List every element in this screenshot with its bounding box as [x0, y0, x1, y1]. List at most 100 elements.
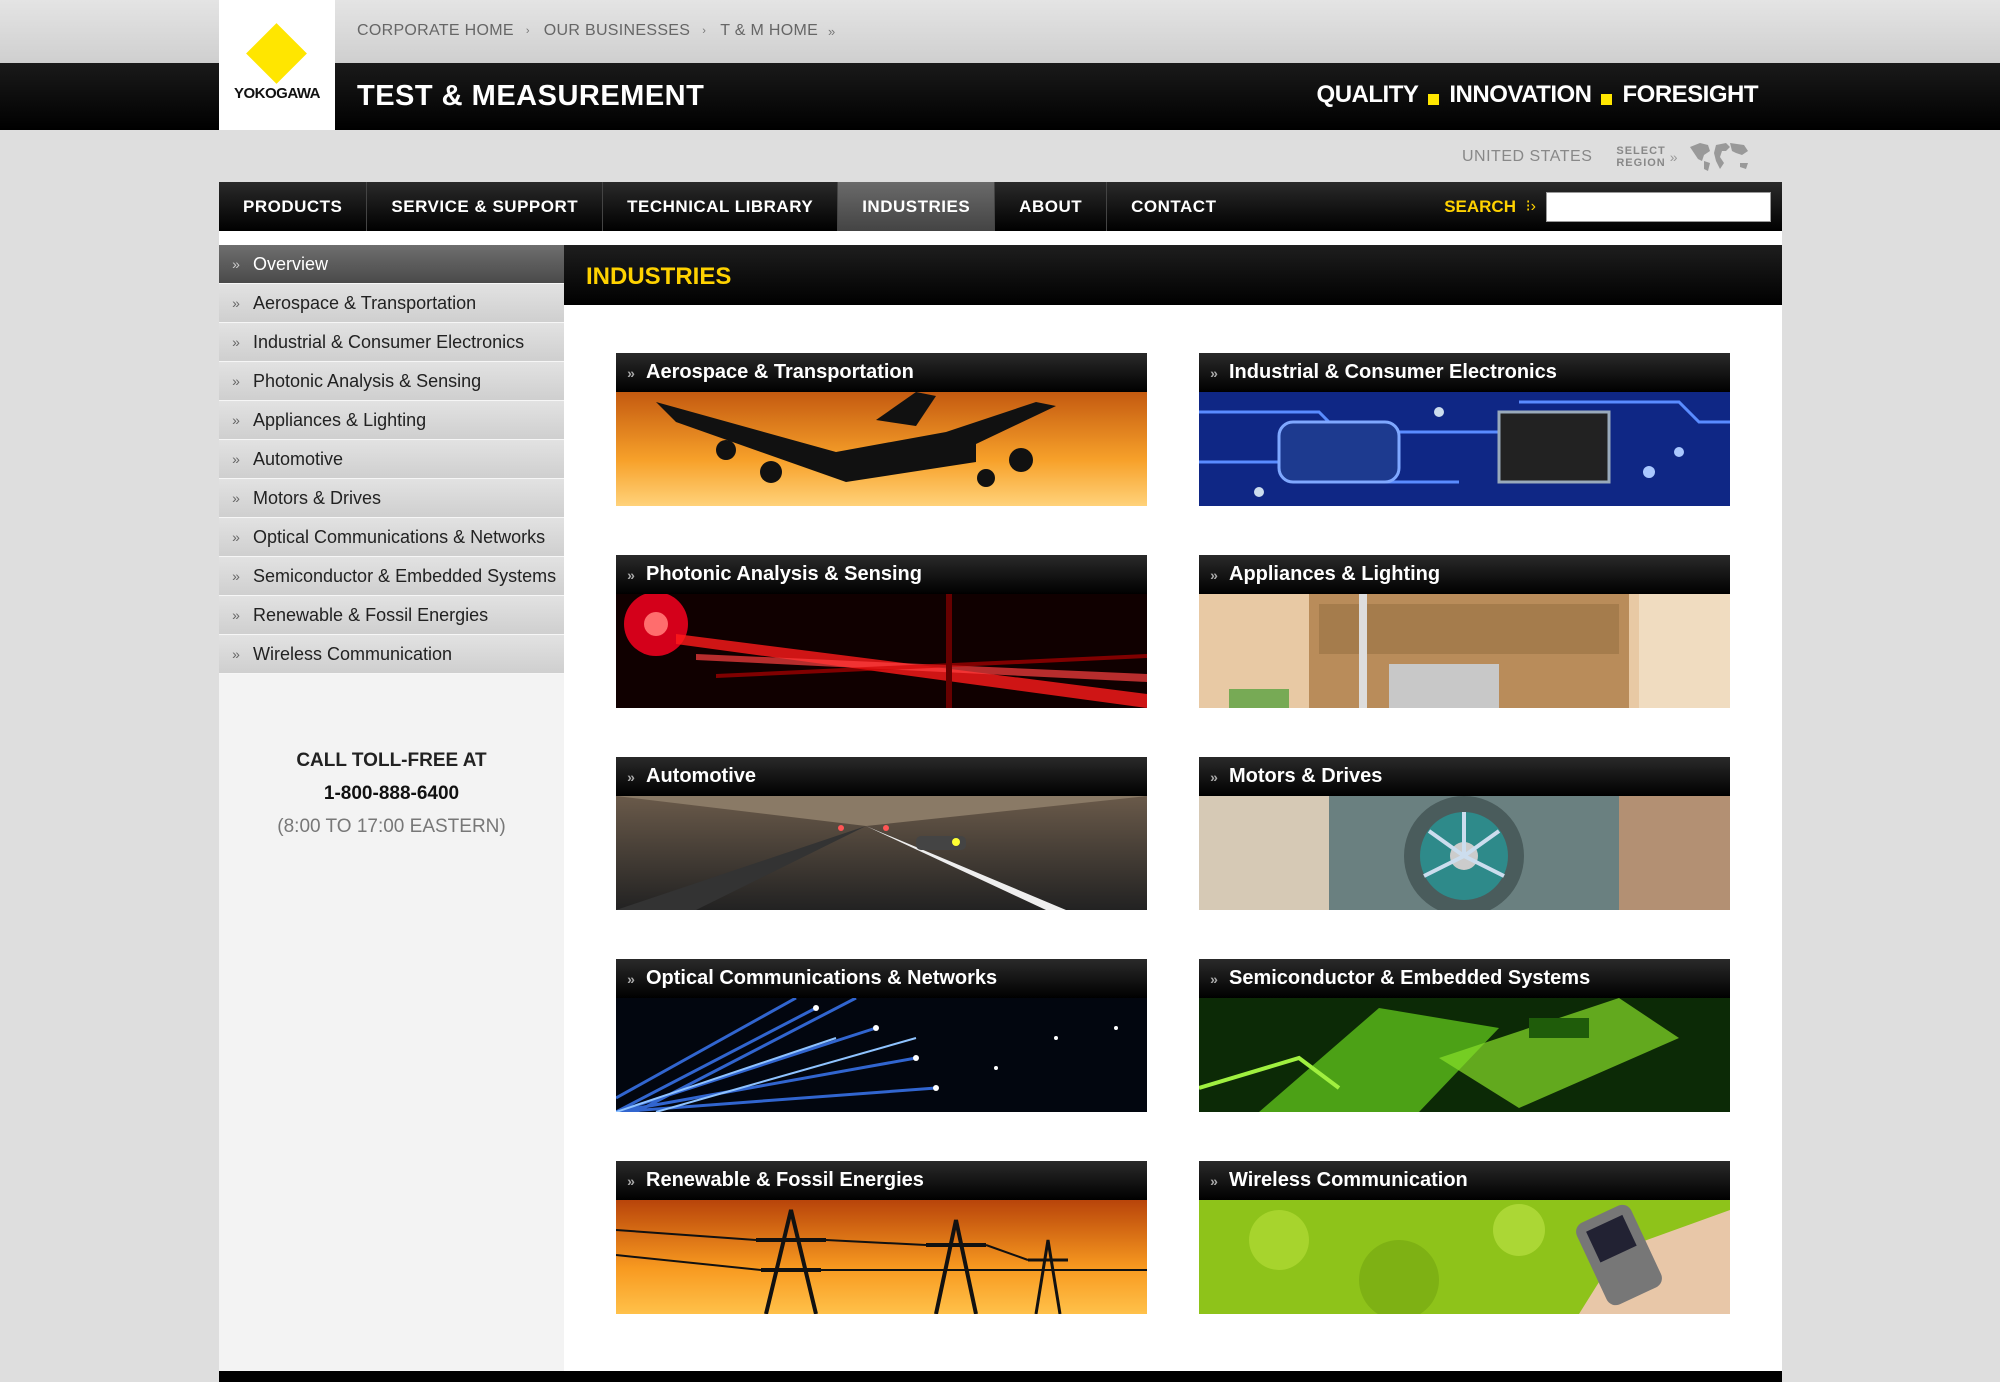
world-map-icon[interactable]: [1686, 139, 1752, 175]
double-chevron-icon: »: [1210, 566, 1218, 583]
search-input[interactable]: [1546, 192, 1771, 222]
nav-industries[interactable]: INDUSTRIES: [838, 182, 996, 231]
tile-title-bar: » Appliances & Lighting: [1199, 555, 1730, 594]
double-chevron-icon: »: [627, 1172, 635, 1189]
nav-technical-library[interactable]: TECHNICAL LIBRARY: [603, 182, 839, 231]
sidebar-item-electronics[interactable]: » Industrial & Consumer Electronics: [219, 323, 564, 362]
tile-title-bar: » Motors & Drives: [1199, 757, 1730, 796]
sidebar-item-label: Wireless Communication: [253, 643, 453, 664]
corporate-home-link[interactable]: CORPORATE HOME: [357, 22, 514, 40]
sidebar-item-automotive[interactable]: » Automotive: [219, 440, 564, 479]
circuit-board-image: [1199, 392, 1730, 506]
tile-title-bar: » Industrial & Consumer Electronics: [1199, 353, 1730, 392]
tile-automotive[interactable]: » Automotive: [616, 757, 1147, 910]
select-region-line1: SELECT: [1616, 145, 1666, 157]
tile-title: Aerospace & Transportation: [646, 361, 914, 383]
search-label: SEARCH: [1444, 197, 1516, 216]
kitchen-interior-image: [1199, 594, 1730, 708]
tile-title-bar: » Photonic Analysis & Sensing: [616, 555, 1147, 594]
tile-electronics[interactable]: » Industrial & Consumer Electronics: [1199, 353, 1730, 506]
yokogawa-logo[interactable]: YOKOGAWA: [219, 0, 335, 130]
sidebar-item-photonic[interactable]: » Photonic Analysis & Sensing: [219, 362, 564, 401]
footer-bar: [219, 1371, 1782, 1382]
sidebar-item-semiconductor[interactable]: » Semiconductor & Embedded Systems: [219, 557, 564, 596]
nav-contact[interactable]: CONTACT: [1107, 182, 1240, 231]
region-country: UNITED STATES: [1462, 148, 1593, 165]
tile-motors[interactable]: » Motors & Drives: [1199, 757, 1730, 910]
call-hours: (8:00 TO 17:00 EASTERN): [277, 816, 506, 837]
mobile-phone-image: [1199, 1200, 1730, 1314]
power-lines-image: [616, 1200, 1147, 1314]
red-laser-image: [616, 594, 1147, 708]
tile-optical[interactable]: » Optical Communications & Networks: [616, 959, 1147, 1112]
nav-service-support[interactable]: SERVICE & SUPPORT: [367, 182, 604, 231]
sidebar-item-label: Appliances & Lighting: [253, 409, 427, 430]
tile-title: Semiconductor & Embedded Systems: [1229, 967, 1591, 989]
double-chevron-icon: »: [232, 451, 240, 467]
tile-title-bar: » Renewable & Fossil Energies: [616, 1161, 1147, 1200]
page-title: INDUSTRIES: [586, 263, 732, 290]
sidebar-item-motors[interactable]: » Motors & Drives: [219, 479, 564, 518]
tile-aerospace[interactable]: » Aerospace & Transportation: [616, 353, 1147, 506]
tm-home-link[interactable]: T & M HOME: [720, 22, 818, 40]
sidebar-item-label: Automotive: [253, 448, 344, 469]
sidebar: » Overview » Aerospace & Transportation …: [219, 245, 564, 1382]
double-chevron-icon: »: [232, 256, 240, 272]
search-arrow-icon: ⁝›: [1525, 198, 1536, 215]
tile-appliances[interactable]: » Appliances & Lighting: [1199, 555, 1730, 708]
sidebar-item-label: Overview: [253, 253, 329, 274]
double-chevron-icon: »: [232, 490, 240, 506]
sidebar-item-aerospace[interactable]: » Aerospace & Transportation: [219, 284, 564, 323]
double-chevron-icon: »: [1210, 1172, 1218, 1189]
double-chevron-icon: »: [627, 566, 635, 583]
tagline-innovation: INNOVATION: [1449, 81, 1592, 108]
tunnel-traffic-image: [616, 796, 1147, 910]
tile-wireless[interactable]: » Wireless Communication: [1199, 1161, 1730, 1314]
double-chevron-icon: »: [232, 607, 240, 623]
green-chip-image: [1199, 998, 1730, 1112]
sidebar-item-appliances[interactable]: » Appliances & Lighting: [219, 401, 564, 440]
tile-title: Motors & Drives: [1229, 765, 1383, 787]
sidebar-item-label: Motors & Drives: [253, 487, 382, 508]
tile-title-bar: » Automotive: [616, 757, 1147, 796]
double-chevron-icon: »: [232, 646, 240, 662]
airplane-sunset-image: [616, 392, 1147, 506]
tile-energies[interactable]: » Renewable & Fossil Energies: [616, 1161, 1147, 1314]
site-title: TEST & MEASUREMENT: [357, 80, 705, 112]
chevron-right-icon: ›: [702, 25, 707, 37]
phone-number: 1-800-888-6400: [323, 783, 460, 804]
tile-title: Appliances & Lighting: [1229, 563, 1441, 585]
tile-title-bar: » Optical Communications & Networks: [616, 959, 1147, 998]
main-nav: PRODUCTS SERVICE & SUPPORT TECHNICAL LIB…: [219, 182, 1782, 231]
nav-products[interactable]: PRODUCTS: [219, 182, 368, 231]
sidebar-item-energies[interactable]: » Renewable & Fossil Energies: [219, 596, 564, 635]
our-businesses-link[interactable]: OUR BUSINESSES: [544, 22, 690, 40]
double-chevron-icon: »: [232, 412, 240, 428]
yellow-square-icon: [1601, 93, 1613, 105]
tile-title: Optical Communications & Networks: [646, 967, 998, 989]
region-selector[interactable]: UNITED STATES SELECT REGION »: [1462, 139, 1752, 175]
nav-about[interactable]: ABOUT: [995, 182, 1108, 231]
sidebar-item-label: Aerospace & Transportation: [253, 292, 477, 313]
tile-title: Photonic Analysis & Sensing: [646, 563, 922, 585]
turbine-image: [1199, 796, 1730, 910]
tile-title: Automotive: [646, 765, 756, 787]
tile-title-bar: » Wireless Communication: [1199, 1161, 1730, 1200]
sidebar-item-optical[interactable]: » Optical Communications & Networks: [219, 518, 564, 557]
utility-links: CORPORATE HOME › OUR BUSINESSES › T & M …: [357, 22, 836, 40]
double-chevron-icon: »: [627, 970, 635, 987]
select-region-label[interactable]: SELECT REGION: [1616, 145, 1665, 169]
double-chevron-icon: »: [627, 768, 635, 785]
double-chevron-icon: »: [627, 364, 635, 381]
call-heading: CALL TOLL-FREE AT: [296, 750, 487, 771]
double-chevron-down-icon: »: [828, 23, 836, 39]
industries-header: INDUSTRIES: [564, 245, 1782, 305]
sidebar-item-label: Renewable & Fossil Energies: [253, 604, 489, 625]
tile-photonic[interactable]: » Photonic Analysis & Sensing: [616, 555, 1147, 708]
double-chevron-icon: »: [1210, 768, 1218, 785]
sidebar-item-overview[interactable]: » Overview: [219, 245, 564, 284]
tile-title: Renewable & Fossil Energies: [646, 1169, 924, 1191]
tile-semiconductor[interactable]: » Semiconductor & Embedded Systems: [1199, 959, 1730, 1112]
sidebar-item-wireless[interactable]: » Wireless Communication: [219, 635, 564, 674]
double-chevron-icon: »: [232, 334, 240, 350]
